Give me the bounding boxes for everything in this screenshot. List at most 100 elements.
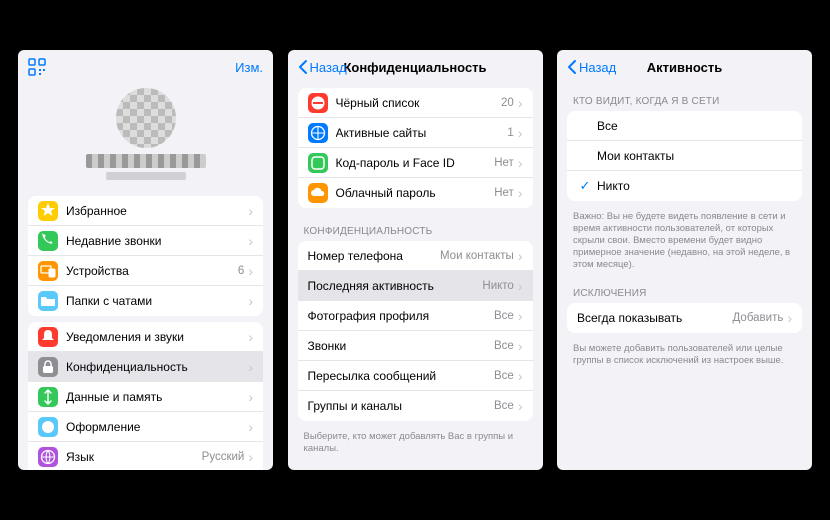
- settings-row[interactable]: Номер телефонаМои контакты ›: [298, 241, 533, 271]
- settings-row[interactable]: Чёрный список20 ›: [298, 88, 533, 118]
- topbar: Назад Конфиденциальность: [288, 50, 543, 84]
- chevron-right-icon: ›: [518, 308, 523, 324]
- data-icon: [38, 387, 58, 407]
- row-label: Устройства: [66, 264, 238, 278]
- row-value: 1: [507, 127, 513, 139]
- chevron-right-icon: ›: [248, 419, 253, 435]
- bell-icon: [38, 327, 58, 347]
- edit-button[interactable]: Изм.: [235, 60, 263, 75]
- radio-row[interactable]: Все: [567, 111, 802, 141]
- topbar: Назад Активность: [557, 50, 812, 84]
- row-label: Уведомления и звуки: [66, 330, 248, 344]
- row-value: Все: [494, 310, 514, 322]
- row-value: Все: [494, 400, 514, 412]
- profile-header: [18, 84, 273, 190]
- row-label: Код-пароль и Face ID: [336, 156, 495, 170]
- chevron-right-icon: ›: [518, 125, 523, 141]
- block-icon: [308, 93, 328, 113]
- row-label: Последняя активность: [308, 279, 483, 293]
- row-label: Недавние звонки: [66, 234, 248, 248]
- settings-main-panel: Изм. Избранное›Недавние звонки›Устройств…: [18, 50, 273, 470]
- qr-icon[interactable]: [28, 58, 46, 76]
- chevron-right-icon: ›: [248, 233, 253, 249]
- settings-row[interactable]: Конфиденциальность›: [28, 352, 263, 382]
- chevron-right-icon: ›: [518, 155, 523, 171]
- back-button[interactable]: Назад: [567, 59, 616, 75]
- row-value: Нет: [494, 187, 514, 199]
- star-icon: [38, 201, 58, 221]
- chevron-right-icon: ›: [518, 95, 523, 111]
- privacy-panel: Назад Конфиденциальность Чёрный список20…: [288, 50, 543, 470]
- chevron-right-icon: ›: [248, 203, 253, 219]
- row-value: 20: [501, 97, 514, 109]
- settings-row[interactable]: Фотография профиляВсе›: [298, 301, 533, 331]
- checkmark-icon: ✓: [577, 178, 593, 194]
- chevron-right-icon: ›: [518, 368, 523, 384]
- profile-sub: [106, 172, 186, 180]
- back-button[interactable]: Назад: [298, 59, 347, 75]
- row-value: Нет: [494, 157, 514, 169]
- row-label: Конфиденциальность: [66, 360, 248, 374]
- row-label: Избранное: [66, 204, 248, 218]
- settings-row[interactable]: Всегда показыватьДобавить›: [567, 303, 802, 333]
- section-header: КОНФИДЕНЦИАЛЬНОСТЬ: [288, 214, 543, 241]
- settings-row[interactable]: Облачный парольНет›: [298, 178, 533, 208]
- settings-row[interactable]: Избранное›: [28, 196, 263, 226]
- row-label: Язык: [66, 450, 202, 464]
- settings-row[interactable]: ЗвонкиВсе›: [298, 331, 533, 361]
- activity-panel: Назад Активность КТО ВИДИТ, КОГДА Я В СЕ…: [557, 50, 812, 470]
- section-header: ИСКЛЮЧЕНИЯ: [557, 276, 812, 303]
- row-label: Оформление: [66, 420, 248, 434]
- settings-row[interactable]: Активные сайты1 ›: [298, 118, 533, 148]
- settings-row[interactable]: Устройства6 ›: [28, 256, 263, 286]
- avatar[interactable]: [116, 88, 176, 148]
- settings-row[interactable]: Папки с чатами›: [28, 286, 263, 316]
- chevron-right-icon: ›: [248, 449, 253, 465]
- row-label: Облачный пароль: [336, 186, 495, 200]
- row-value: Добавить: [733, 312, 784, 324]
- settings-row[interactable]: Последняя активностьНикто ›: [298, 271, 533, 301]
- settings-row[interactable]: Данные и память›: [28, 382, 263, 412]
- chevron-right-icon: ›: [518, 278, 523, 294]
- row-value: Русский: [202, 451, 245, 463]
- cloud-icon: [308, 183, 328, 203]
- section-footer: Важно: Вы не будете видеть появление в с…: [557, 207, 812, 276]
- settings-row[interactable]: Пересылка сообщенийВсе ›: [298, 361, 533, 391]
- faceid-icon: [308, 153, 328, 173]
- chevron-right-icon: ›: [248, 293, 253, 309]
- chevron-right-icon: ›: [518, 398, 523, 414]
- chevron-left-icon: [298, 59, 308, 75]
- topbar: Изм.: [18, 50, 273, 84]
- row-value: Никто: [482, 280, 513, 292]
- row-label: Номер телефона: [308, 249, 440, 263]
- option-label: Никто: [597, 179, 792, 193]
- chevron-right-icon: ›: [248, 263, 253, 279]
- settings-group: Уведомления и звуки›Конфиденциальность›Д…: [28, 322, 263, 470]
- web-icon: [308, 123, 328, 143]
- globe-icon: [38, 447, 58, 467]
- settings-row[interactable]: Код-пароль и Face IDНет ›: [298, 148, 533, 178]
- section-footer: Вы можете добавить пользователей или цел…: [557, 339, 812, 373]
- settings-row[interactable]: Оформление›: [28, 412, 263, 442]
- row-label: Активные сайты: [336, 126, 508, 140]
- chevron-right-icon: ›: [518, 248, 523, 264]
- radio-row[interactable]: Мои контакты: [567, 141, 802, 171]
- row-value: Все: [494, 340, 514, 352]
- row-value: 6: [238, 265, 244, 277]
- chevron-right-icon: ›: [787, 310, 792, 326]
- radio-row[interactable]: ✓ Никто: [567, 171, 802, 201]
- devices-icon: [38, 261, 58, 281]
- row-value: Все: [494, 370, 514, 382]
- row-label: Чёрный список: [336, 96, 502, 110]
- settings-row[interactable]: Уведомления и звуки›: [28, 322, 263, 352]
- option-label: Мои контакты: [597, 149, 792, 163]
- row-value: Мои контакты: [440, 250, 514, 262]
- row-label: Данные и память: [66, 390, 248, 404]
- option-label: Все: [597, 119, 792, 133]
- chevron-right-icon: ›: [248, 329, 253, 345]
- row-label: Пересылка сообщений: [308, 369, 495, 383]
- settings-row[interactable]: ЯзыкРусский›: [28, 442, 263, 470]
- chevron-left-icon: [567, 59, 577, 75]
- settings-row[interactable]: Группы и каналыВсе›: [298, 391, 533, 421]
- settings-row[interactable]: Недавние звонки›: [28, 226, 263, 256]
